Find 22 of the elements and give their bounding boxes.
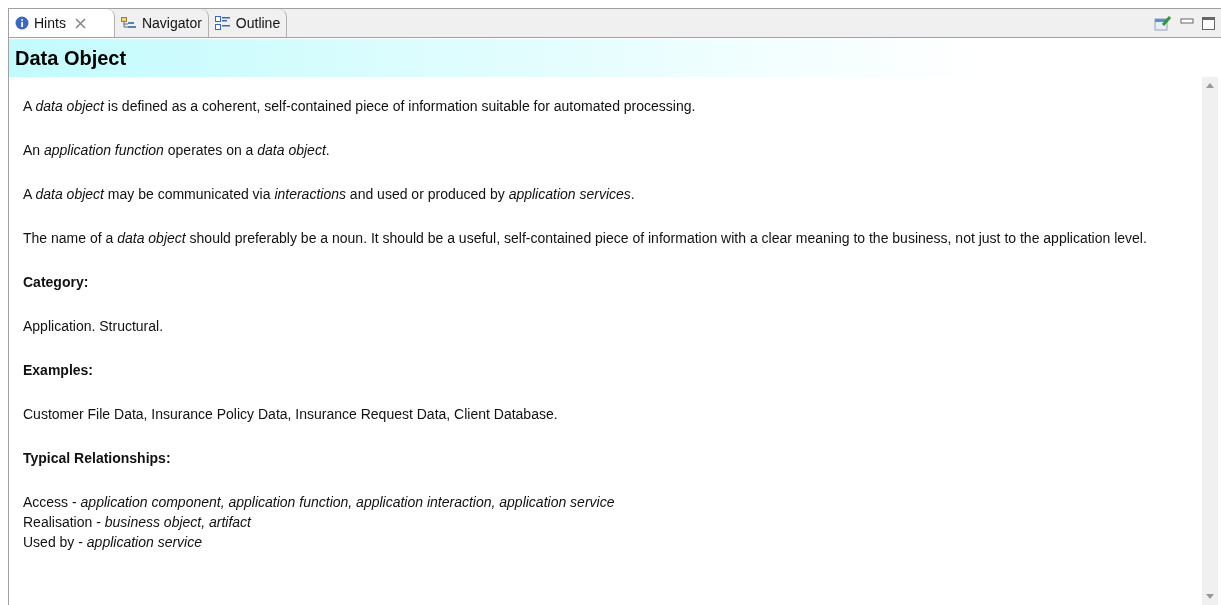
section-heading: Typical Relationships: — [23, 449, 172, 468]
tab[interactable]: Hints — [9, 9, 115, 37]
scrollbar[interactable] — [1202, 77, 1218, 605]
paragraph: Application. Structural. — [23, 317, 165, 336]
relationship-line: Access - application component, application function, application interaction, application service — [23, 493, 616, 512]
section-heading: Examples: — [23, 361, 95, 380]
scroll-up-icon[interactable] — [1206, 83, 1214, 88]
paragraph: An application function operates on a data object. — [23, 141, 331, 160]
info-icon — [15, 16, 29, 30]
pin-icon[interactable] — [1154, 15, 1172, 31]
section-heading: Category: — [23, 273, 90, 292]
relationship-line: Realisation - business object, artifact — [23, 513, 253, 532]
paragraph: A data object is defined as a coherent, self-contained piece of information suitable for automated processing. — [23, 97, 697, 116]
tree-icon — [120, 17, 137, 29]
outline-icon — [214, 16, 231, 30]
scroll-down-icon[interactable] — [1206, 594, 1214, 599]
close-icon[interactable] — [74, 17, 86, 29]
paragraph: The name of a data object should preferably be a noun. It should be a useful, self-contained piece of information with a clear meaning to the business, not just to the application level. — [23, 229, 1148, 248]
paragraph: Customer File Data, Insurance Policy Data, Insurance Request Data, Client Database. — [23, 405, 559, 424]
relationship-line: Used by - application service — [23, 533, 203, 552]
maximize-icon[interactable] — [1202, 16, 1215, 30]
paragraph: A data object may be communicated via interactions and used or produced by application services. — [23, 185, 636, 204]
